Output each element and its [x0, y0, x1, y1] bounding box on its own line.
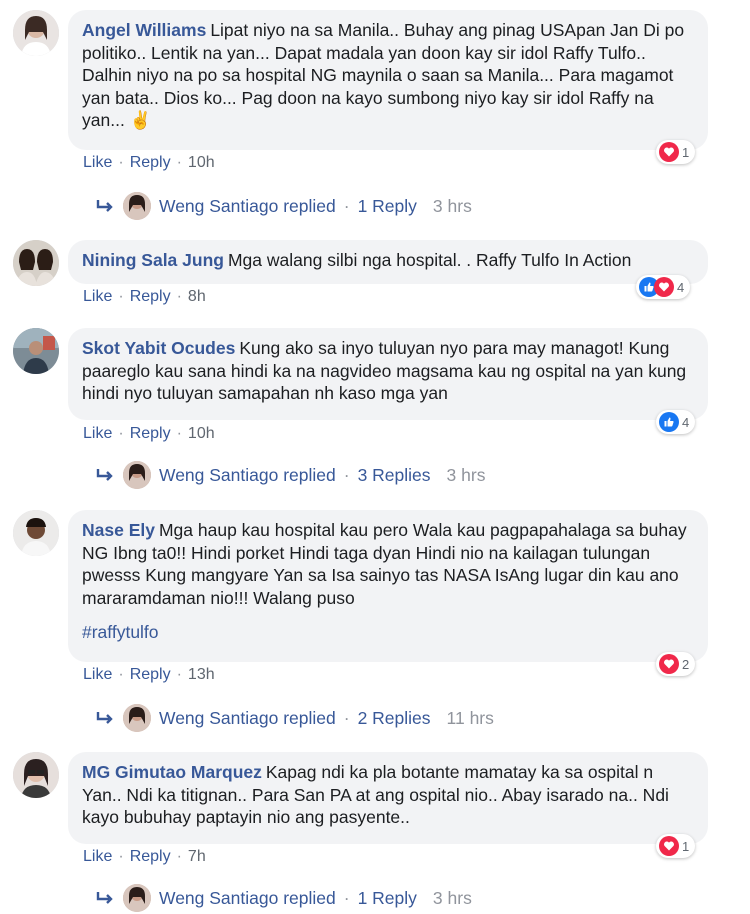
- like-button[interactable]: Like: [83, 425, 112, 443]
- like-button[interactable]: Like: [83, 848, 112, 866]
- reaction-summary[interactable]: 1: [656, 834, 696, 858]
- comment-bubble: Nining Sala Jung Mga walang silbi nga hos…: [68, 240, 708, 284]
- reply-avatar: [123, 884, 151, 912]
- reply-avatar: [123, 192, 151, 220]
- reaction-count: 1: [682, 144, 690, 160]
- comment-text: Mga walang silbi nga hospital. . Raffy T…: [227, 250, 632, 270]
- reply-time: 11 hrs: [446, 707, 494, 728]
- reaction-count: 4: [682, 414, 690, 430]
- comment-bubble: Nase Ely Mga haup kau hospital kau pero W…: [68, 510, 708, 662]
- hashtag-link[interactable]: #raffytulfo: [82, 621, 694, 644]
- reply-thread-link[interactable]: Weng Santiago replied · 2 Replies 11 hrs: [95, 704, 494, 732]
- comment-author[interactable]: Nase Ely: [82, 520, 155, 540]
- like-button[interactable]: Like: [83, 154, 112, 172]
- reply-author: Weng Santiago replied: [159, 887, 336, 908]
- avatar[interactable]: [13, 752, 59, 798]
- reply-arrow-icon: [96, 469, 113, 481]
- love-icon: [659, 836, 679, 856]
- love-icon: [659, 142, 679, 162]
- reply-count: 1 Reply: [357, 195, 417, 216]
- comment-actions: Like · Reply · 13h: [83, 666, 215, 684]
- reaction-summary[interactable]: 4: [656, 410, 696, 434]
- comment-author[interactable]: Nining Sala Jung: [82, 250, 224, 270]
- like-button[interactable]: Like: [83, 666, 112, 684]
- reply-author: Weng Santiago replied: [159, 464, 336, 485]
- avatar[interactable]: [13, 10, 59, 56]
- comment-time[interactable]: 7h: [188, 848, 206, 866]
- comment-author[interactable]: Angel Williams: [82, 20, 206, 40]
- reaction-count: 1: [682, 838, 690, 854]
- reaction-summary[interactable]: 1: [656, 140, 696, 164]
- like-button[interactable]: Like: [83, 288, 112, 306]
- comment-text: Mga haup kau hospital kau pero Wala kau …: [82, 520, 687, 608]
- reply-count: 3 Replies: [357, 464, 431, 485]
- reply-thread-link[interactable]: Weng Santiago replied · 1 Reply 3 hrs: [95, 884, 472, 912]
- reply-button[interactable]: Reply: [130, 154, 171, 172]
- comment-bubble: MG Gimutao Marquez Kapag ndi ka pla botan…: [68, 752, 708, 844]
- reaction-count: 4: [677, 279, 685, 295]
- comment-bubble: Angel Williams Lipat niyo na sa Manila.. …: [68, 10, 708, 150]
- reply-count: 2 Replies: [357, 707, 431, 728]
- comment-time[interactable]: 8h: [188, 288, 206, 306]
- comment-actions: Like · Reply · 8h: [83, 288, 206, 306]
- reply-button[interactable]: Reply: [130, 288, 171, 306]
- comment-bubble: Skot Yabit Ocudes Kung ako sa inyo tuluya…: [68, 328, 708, 420]
- love-icon: [659, 654, 679, 674]
- reply-arrow-icon: [96, 892, 113, 904]
- reply-arrow-icon: [96, 200, 113, 212]
- comment-time[interactable]: 10h: [188, 154, 215, 172]
- reply-button[interactable]: Reply: [130, 666, 171, 684]
- comment-time[interactable]: 13h: [188, 666, 215, 684]
- reply-thread-link[interactable]: Weng Santiago replied · 1 Reply 3 hrs: [95, 192, 472, 220]
- reply-count: 1 Reply: [357, 887, 417, 908]
- comment-actions: Like · Reply · 10h: [83, 425, 215, 443]
- avatar[interactable]: [13, 510, 59, 556]
- reply-avatar: [123, 461, 151, 489]
- reaction-summary[interactable]: 2: [656, 652, 696, 676]
- like-icon: [659, 412, 679, 432]
- reply-time: 3 hrs: [446, 464, 486, 485]
- comment-author[interactable]: Skot Yabit Ocudes: [82, 338, 235, 358]
- reply-time: 3 hrs: [432, 887, 472, 908]
- reply-button[interactable]: Reply: [130, 425, 171, 443]
- comment-author[interactable]: MG Gimutao Marquez: [82, 762, 262, 782]
- reply-avatar: [123, 704, 151, 732]
- avatar[interactable]: [13, 240, 59, 286]
- reaction-count: 2: [682, 656, 690, 672]
- reply-author: Weng Santiago replied: [159, 195, 336, 216]
- victory-hand-emoji: ✌️: [129, 110, 152, 130]
- avatar[interactable]: [13, 328, 59, 374]
- comment-time[interactable]: 10h: [188, 425, 215, 443]
- reply-author: Weng Santiago replied: [159, 707, 336, 728]
- reaction-summary[interactable]: 4: [636, 275, 691, 299]
- comment-actions: Like · Reply · 10h: [83, 154, 215, 172]
- love-icon: [654, 277, 674, 297]
- reply-button[interactable]: Reply: [130, 848, 171, 866]
- reply-time: 3 hrs: [432, 195, 472, 216]
- reply-thread-link[interactable]: Weng Santiago replied · 3 Replies 3 hrs: [95, 461, 485, 489]
- comment-actions: Like · Reply · 7h: [83, 848, 206, 866]
- reply-arrow-icon: [96, 712, 113, 724]
